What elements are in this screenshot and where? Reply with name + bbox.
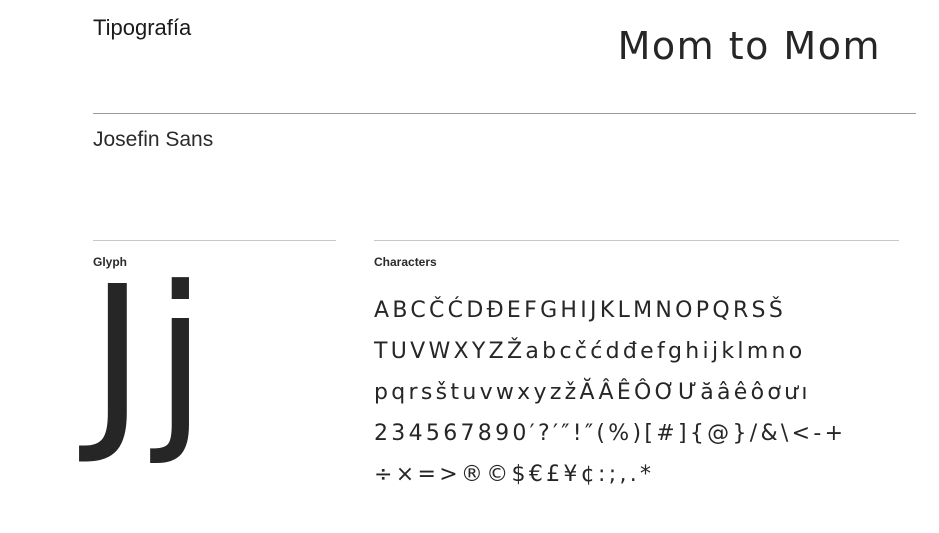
character-line: ABCČĆDĐEFGHIJKLMNOPQRSŠ bbox=[374, 298, 787, 323]
brand-title: Mom to Mom bbox=[617, 24, 881, 68]
font-name: Josefin Sans bbox=[93, 128, 214, 151]
section-title: Tipografía bbox=[93, 15, 192, 40]
characters-divider bbox=[374, 240, 899, 241]
glyph-sample: Jj bbox=[89, 246, 215, 469]
header-divider bbox=[93, 113, 916, 114]
character-line: TUVWXYZŽabcčćdđefghijklmno bbox=[374, 339, 806, 364]
character-line: pqrsštuvwxyzžĂÂÊÔƠƯăâêôơưı bbox=[374, 380, 811, 405]
character-line: ÷×=>®©$€£¥¢:;,.* bbox=[374, 462, 655, 487]
characters-label: Characters bbox=[374, 255, 437, 269]
character-line: 234567890′?′″!″(%)[#]{@}/&\<-+ bbox=[374, 421, 847, 446]
character-set: ABCČĆDĐEFGHIJKLMNOPQRSŠ TUVWXYZŽabcčćdđe… bbox=[374, 290, 919, 495]
glyph-divider bbox=[93, 240, 336, 241]
